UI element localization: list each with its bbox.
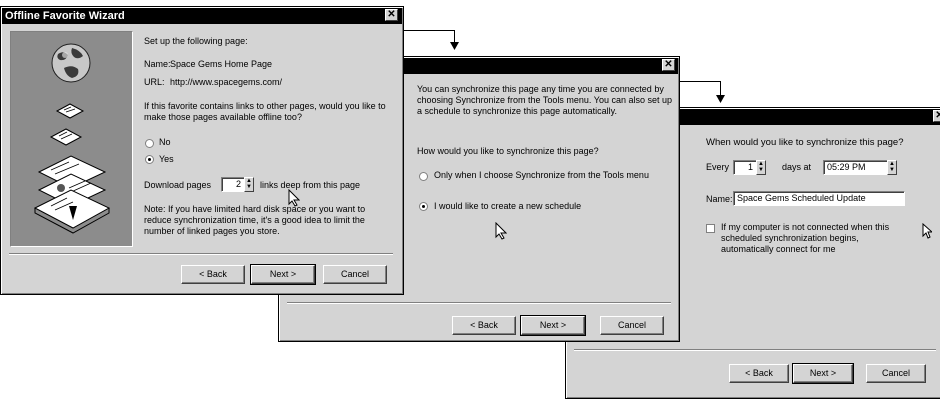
- mouse-pointer-icon: [495, 222, 507, 240]
- stacked-pages-icon: [33, 155, 111, 234]
- wizard2-next-button[interactable]: Next >: [520, 315, 586, 336]
- download-pages-label: Download pages: [144, 180, 212, 190]
- wizard1-separator: [9, 253, 393, 255]
- wizard1-next-button[interactable]: Next >: [250, 264, 316, 285]
- page-url-label: URL:: [144, 77, 165, 87]
- download-suffix-label: links deep from this page: [260, 180, 361, 190]
- wizard1-back-button[interactable]: < Back: [181, 265, 245, 284]
- sync-manual-radio[interactable]: [419, 172, 428, 181]
- wizard3-question: When would you like to synchronize this …: [706, 137, 904, 148]
- globe-icon: [51, 43, 91, 83]
- wizard2-cancel-button[interactable]: Cancel: [600, 316, 664, 335]
- close-icon[interactable]: ✕: [385, 9, 398, 21]
- close-icon[interactable]: ✕: [662, 59, 675, 71]
- wizard1-question: If this favorite contains links to other…: [144, 101, 386, 122]
- auto-connect-label: If my computer is not connected when thi…: [721, 222, 890, 254]
- wizard1-intro: Set up the following page:: [144, 36, 248, 46]
- auto-connect-checkbox[interactable]: [706, 224, 715, 233]
- page-name-label: Name:: [144, 59, 171, 69]
- wizard1-cancel-button[interactable]: Cancel: [323, 265, 387, 284]
- schedule-name-label: Name:: [706, 194, 733, 204]
- wizard3-back-button[interactable]: < Back: [729, 364, 789, 383]
- wizard1-note: Note: If you have limited hard disk spac…: [144, 204, 366, 236]
- option-yes-label: Yes: [159, 154, 174, 164]
- days-at-label: days at: [782, 162, 812, 172]
- sync-schedule-label: I would like to create a new schedule: [434, 201, 582, 211]
- download-depth-field[interactable]: 2: [221, 177, 245, 192]
- option-no-label: No: [159, 137, 171, 147]
- wizard-illustration: [10, 31, 133, 247]
- every-days-field[interactable]: 1: [733, 160, 757, 175]
- download-depth-spinner[interactable]: ▲ ▼: [244, 177, 254, 192]
- every-days-spinner[interactable]: ▲ ▼: [756, 160, 766, 175]
- time-spinner[interactable]: ▲ ▼: [887, 160, 897, 175]
- page-name-value: Space Gems Home Page: [170, 59, 273, 69]
- document-icon: [49, 128, 83, 146]
- wizard3-separator: [574, 349, 936, 351]
- wizard2-intro: You can synchronize this page any time y…: [417, 84, 672, 116]
- wizard2-back-button[interactable]: < Back: [452, 316, 516, 335]
- wizard1-window: Offline Favorite Wizard ✕ Set up the fol…: [0, 6, 404, 295]
- wizard2-separator: [287, 302, 671, 304]
- sync-schedule-radio[interactable]: [419, 202, 428, 211]
- wizard3-cancel-button[interactable]: Cancel: [866, 364, 926, 383]
- wizard3-next-button[interactable]: Next >: [792, 363, 854, 384]
- close-icon[interactable]: ✕: [933, 110, 940, 122]
- wizard2-question: How would you like to synchronize this p…: [417, 146, 599, 156]
- option-no-radio[interactable]: [145, 139, 154, 148]
- mouse-pointer-icon: [922, 223, 932, 239]
- option-yes-radio[interactable]: [145, 155, 154, 164]
- time-field[interactable]: 05:29 PM: [823, 160, 888, 175]
- wizard1-titlebar: Offline Favorite Wizard: [2, 8, 402, 24]
- document-icon: [55, 103, 85, 119]
- sync-manual-label: Only when I choose Synchronize from the …: [434, 170, 649, 180]
- every-label: Every: [706, 162, 730, 172]
- wizard1-title: Offline Favorite Wizard: [5, 10, 125, 22]
- schedule-name-field[interactable]: Space Gems Scheduled Update: [733, 191, 905, 206]
- page-url-value: http://www.spacegems.com/: [170, 77, 283, 87]
